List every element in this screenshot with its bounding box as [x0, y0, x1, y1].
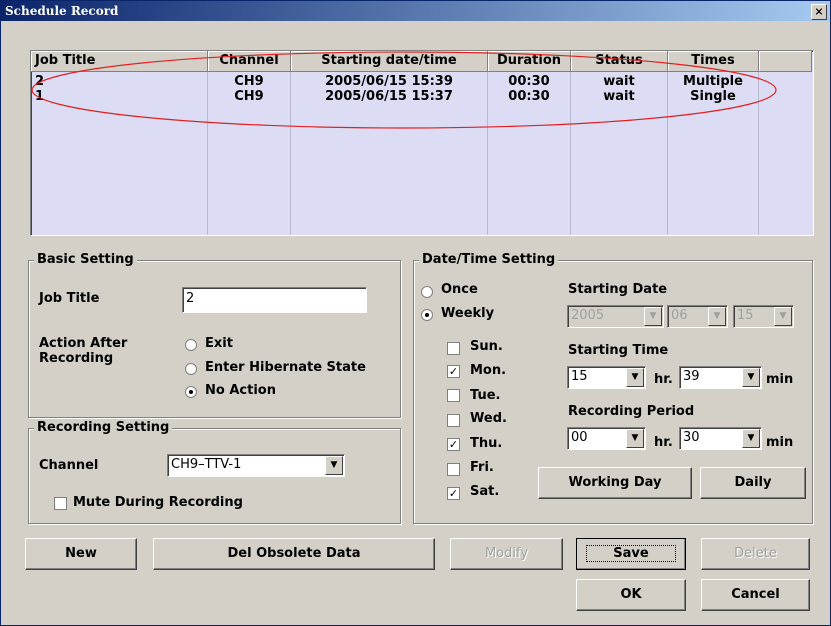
period-minute-select[interactable]: 30 ▼ [679, 427, 762, 450]
chevron-down-icon[interactable]: ▼ [626, 368, 644, 387]
period-min-label: min [766, 435, 794, 450]
radio-exit[interactable] [185, 339, 197, 351]
hour-select[interactable]: 15 ▼ [567, 366, 646, 389]
chevron-down-icon[interactable]: ▼ [742, 429, 760, 448]
chevron-down-icon: ▼ [774, 307, 792, 326]
radio-once-label: Once [441, 282, 478, 297]
hr-label: hr. [654, 372, 673, 387]
mute-label: Mute During Recording [73, 495, 243, 510]
period-hour-select[interactable]: 00 ▼ [567, 427, 646, 450]
year-select: 2005 ▼ [567, 305, 664, 328]
chevron-down-icon[interactable]: ▼ [325, 456, 343, 475]
highlight-ellipse [31, 51, 777, 129]
starting-time-label: Starting Time [568, 343, 669, 358]
chevron-down-icon: ▼ [708, 307, 726, 326]
day-label-thu: Thu. [470, 436, 503, 451]
radio-once[interactable] [421, 286, 433, 298]
mute-checkbox[interactable] [54, 497, 67, 510]
save-button-label: Save [586, 545, 676, 562]
action-label-line2: Recording [39, 351, 114, 366]
day-label-tue: Tue. [470, 388, 501, 403]
basic-setting-label: Basic Setting [34, 252, 137, 267]
radio-weekly[interactable] [421, 309, 433, 321]
day-checkbox-sun[interactable] [447, 342, 460, 355]
starting-date-label: Starting Date [568, 282, 668, 297]
radio-weekly-label: Weekly [441, 306, 495, 321]
ok-button[interactable]: OK [576, 579, 686, 611]
minute-select[interactable]: 39 ▼ [679, 366, 762, 389]
job-title-input[interactable]: 2 [182, 287, 367, 313]
cancel-button[interactable]: Cancel [701, 579, 810, 611]
day-checkbox-sat[interactable]: ✓ [447, 487, 460, 500]
chevron-down-icon: ▼ [644, 307, 662, 326]
radio-hibernate-label: Enter Hibernate State [205, 360, 366, 375]
day-checkbox-mon[interactable]: ✓ [447, 365, 460, 378]
delete-button[interactable]: Delete [701, 538, 810, 570]
daily-button[interactable]: Daily [700, 467, 806, 499]
day-checkbox-fri[interactable] [447, 463, 460, 476]
day-label-sat: Sat. [470, 484, 500, 499]
title-bar[interactable]: Schedule Record × [1, 1, 830, 21]
day-label-sun: Sun. [470, 339, 503, 354]
day-checkbox-tue[interactable] [447, 389, 460, 402]
day-label-wed: Wed. [470, 411, 507, 426]
day-select: 15 ▼ [733, 305, 794, 328]
modify-button[interactable]: Modify [450, 538, 563, 570]
day-label-mon: Mon. [470, 363, 507, 378]
channel-label: Channel [39, 458, 99, 473]
recording-setting-label: Recording Setting [34, 420, 173, 435]
action-label-line1: Action After [39, 336, 128, 351]
close-button[interactable]: × [811, 4, 827, 20]
del-obsolete-button[interactable]: Del Obsolete Data [153, 538, 435, 570]
chevron-down-icon[interactable]: ▼ [626, 429, 644, 448]
close-icon: × [814, 5, 824, 18]
save-button[interactable]: Save [576, 538, 686, 570]
working-day-button[interactable]: Working Day [538, 467, 692, 499]
radio-no-action-label: No Action [205, 383, 276, 398]
day-checkbox-thu[interactable]: ✓ [447, 438, 460, 451]
new-button[interactable]: New [25, 538, 137, 570]
radio-hibernate[interactable] [185, 363, 197, 375]
radio-exit-label: Exit [205, 336, 233, 351]
window-title: Schedule Record [5, 4, 119, 18]
chevron-down-icon[interactable]: ▼ [742, 368, 760, 387]
channel-select[interactable]: CH9–TTV-1 ▼ [167, 454, 345, 477]
day-label-fri: Fri. [470, 460, 494, 475]
datetime-setting-label: Date/Time Setting [419, 252, 559, 267]
job-title-label: Job Title [39, 291, 100, 306]
day-checkbox-wed[interactable] [447, 414, 460, 427]
period-hr-label: hr. [654, 435, 673, 450]
schedule-record-window: Schedule Record × Job Title Channel Star… [0, 0, 831, 626]
highlight-ellipse-shape [31, 51, 777, 129]
radio-no-action[interactable] [185, 386, 197, 398]
schedule-list[interactable]: Job Title Channel Starting date/time Dur… [30, 50, 814, 236]
min-label: min [766, 372, 794, 387]
recording-period-label: Recording Period [568, 404, 695, 419]
month-select: 06 ▼ [667, 305, 728, 328]
